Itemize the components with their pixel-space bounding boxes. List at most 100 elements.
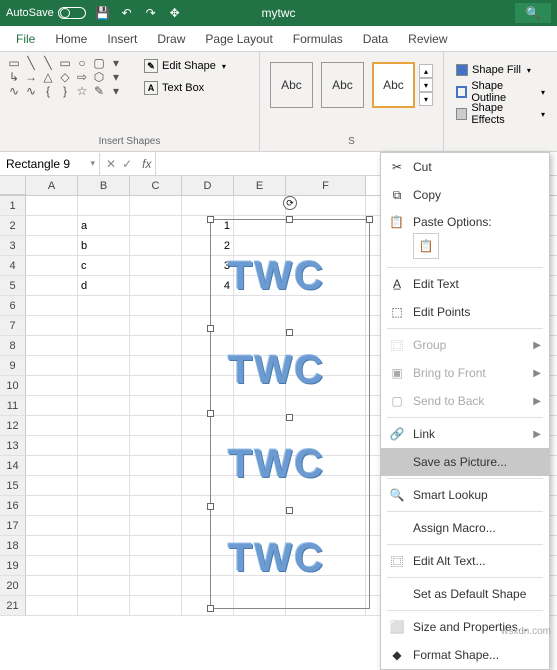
- cell-a7[interactable]: [26, 316, 78, 335]
- cell-a20[interactable]: [26, 576, 78, 595]
- cell-d18[interactable]: [182, 536, 234, 555]
- cell-a4[interactable]: [26, 256, 78, 275]
- tab-page-layout[interactable]: Page Layout: [195, 26, 282, 52]
- shape-expand-icon[interactable]: ▾: [108, 84, 124, 98]
- shape-brace-icon[interactable]: {: [40, 84, 56, 98]
- tab-data[interactable]: Data: [353, 26, 398, 52]
- cell-c10[interactable]: [130, 376, 182, 395]
- cell-a5[interactable]: [26, 276, 78, 295]
- shape-rrect-icon[interactable]: ▢: [91, 56, 107, 70]
- cell-b12[interactable]: [78, 416, 130, 435]
- save-icon[interactable]: 💾: [96, 6, 110, 20]
- tab-file[interactable]: File: [6, 26, 45, 52]
- shapes-gallery[interactable]: ▭ ╲ ╲ ▭ ○ ▢ ▾ ↳ → △ ◇ ⇨ ⬡ ▾: [6, 56, 134, 98]
- tab-insert[interactable]: Insert: [97, 26, 147, 52]
- shape-text-4[interactable]: TWC: [228, 536, 325, 581]
- tab-draw[interactable]: Draw: [147, 26, 195, 52]
- cell-d15[interactable]: [182, 476, 234, 495]
- shape-style-3[interactable]: Abc: [372, 62, 415, 108]
- touch-mode-icon[interactable]: ✥: [168, 6, 182, 20]
- cell-b2[interactable]: a: [78, 216, 130, 235]
- cell-a13[interactable]: [26, 436, 78, 455]
- cell-a1[interactable]: [26, 196, 78, 215]
- shape-curve-icon[interactable]: ∿: [6, 84, 22, 98]
- shape-style-1[interactable]: Abc: [270, 62, 313, 108]
- cm-set-default[interactable]: Set as Default Shape: [381, 580, 549, 608]
- cell-b5[interactable]: d: [78, 276, 130, 295]
- cell-c7[interactable]: [130, 316, 182, 335]
- cell-a18[interactable]: [26, 536, 78, 555]
- shape-brace2-icon[interactable]: }: [57, 84, 73, 98]
- shape-connector-icon[interactable]: ↳: [6, 70, 22, 84]
- cell-d6[interactable]: [182, 296, 234, 315]
- row-header-21[interactable]: 21: [0, 596, 26, 615]
- row-header-2[interactable]: 2: [0, 216, 26, 235]
- cell-a16[interactable]: [26, 496, 78, 515]
- shape-line-icon[interactable]: ╲: [23, 56, 39, 70]
- cell-e12[interactable]: [234, 416, 286, 435]
- cell-a14[interactable]: [26, 456, 78, 475]
- cell-b4[interactable]: c: [78, 256, 130, 275]
- autosave-switch-icon[interactable]: [58, 7, 86, 19]
- cell-b1[interactable]: [78, 196, 130, 215]
- cell-a2[interactable]: [26, 216, 78, 235]
- row-header-12[interactable]: 12: [0, 416, 26, 435]
- cell-b11[interactable]: [78, 396, 130, 415]
- cell-c20[interactable]: [130, 576, 182, 595]
- cell-c12[interactable]: [130, 416, 182, 435]
- cm-assign-macro[interactable]: Assign Macro...: [381, 514, 549, 542]
- style-up-icon[interactable]: ▴: [419, 64, 433, 78]
- cell-a9[interactable]: [26, 356, 78, 375]
- cell-c1[interactable]: [130, 196, 182, 215]
- cell-b16[interactable]: [78, 496, 130, 515]
- cell-d5[interactable]: 4: [182, 276, 234, 295]
- cell-a17[interactable]: [26, 516, 78, 535]
- cell-e2[interactable]: [234, 216, 286, 235]
- cell-d13[interactable]: [182, 436, 234, 455]
- shape-more-icon[interactable]: ▾: [108, 56, 124, 70]
- col-header-e[interactable]: E: [234, 176, 286, 195]
- shape-outline-button[interactable]: Shape Outline ▾: [452, 82, 549, 102]
- cm-edit-alt-text[interactable]: ⿴ Edit Alt Text...: [381, 547, 549, 575]
- cell-e17[interactable]: [234, 516, 286, 535]
- cancel-icon[interactable]: ✕: [106, 157, 116, 171]
- autosave-toggle[interactable]: AutoSave: [6, 7, 86, 19]
- row-header-14[interactable]: 14: [0, 456, 26, 475]
- cell-c21[interactable]: [130, 596, 182, 615]
- col-header-f[interactable]: F: [286, 176, 366, 195]
- cm-smart-lookup[interactable]: 🔍 Smart Lookup: [381, 481, 549, 509]
- cell-c2[interactable]: [130, 216, 182, 235]
- cell-d3[interactable]: 2: [182, 236, 234, 255]
- shape-diamond-icon[interactable]: ◇: [57, 70, 73, 84]
- cell-c5[interactable]: [130, 276, 182, 295]
- cell-c18[interactable]: [130, 536, 182, 555]
- cell-a12[interactable]: [26, 416, 78, 435]
- cell-a21[interactable]: [26, 596, 78, 615]
- shape-text-3[interactable]: TWC: [228, 442, 325, 487]
- cell-d10[interactable]: [182, 376, 234, 395]
- shape-curve2-icon[interactable]: ∿: [23, 84, 39, 98]
- cell-c6[interactable]: [130, 296, 182, 315]
- col-header-c[interactable]: C: [130, 176, 182, 195]
- cell-e1[interactable]: [234, 196, 286, 215]
- cm-save-as-picture[interactable]: Save as Picture...: [381, 448, 549, 476]
- row-header-15[interactable]: 15: [0, 476, 26, 495]
- cell-c14[interactable]: [130, 456, 182, 475]
- shape-textbox-icon[interactable]: ▭: [6, 56, 22, 70]
- row-header-10[interactable]: 10: [0, 376, 26, 395]
- cell-c8[interactable]: [130, 336, 182, 355]
- cell-b13[interactable]: [78, 436, 130, 455]
- cell-d1[interactable]: [182, 196, 234, 215]
- cell-c17[interactable]: [130, 516, 182, 535]
- row-header-5[interactable]: 5: [0, 276, 26, 295]
- cell-f16[interactable]: [286, 496, 366, 515]
- cell-d20[interactable]: [182, 576, 234, 595]
- tab-home[interactable]: Home: [45, 26, 97, 52]
- style-down-icon[interactable]: ▾: [419, 78, 433, 92]
- cell-f21[interactable]: [286, 596, 366, 615]
- shape-free-icon[interactable]: ✎: [91, 84, 107, 98]
- cm-cut[interactable]: ✂ Cut: [381, 153, 549, 181]
- row-header-9[interactable]: 9: [0, 356, 26, 375]
- cell-e21[interactable]: [234, 596, 286, 615]
- cell-f11[interactable]: [286, 396, 366, 415]
